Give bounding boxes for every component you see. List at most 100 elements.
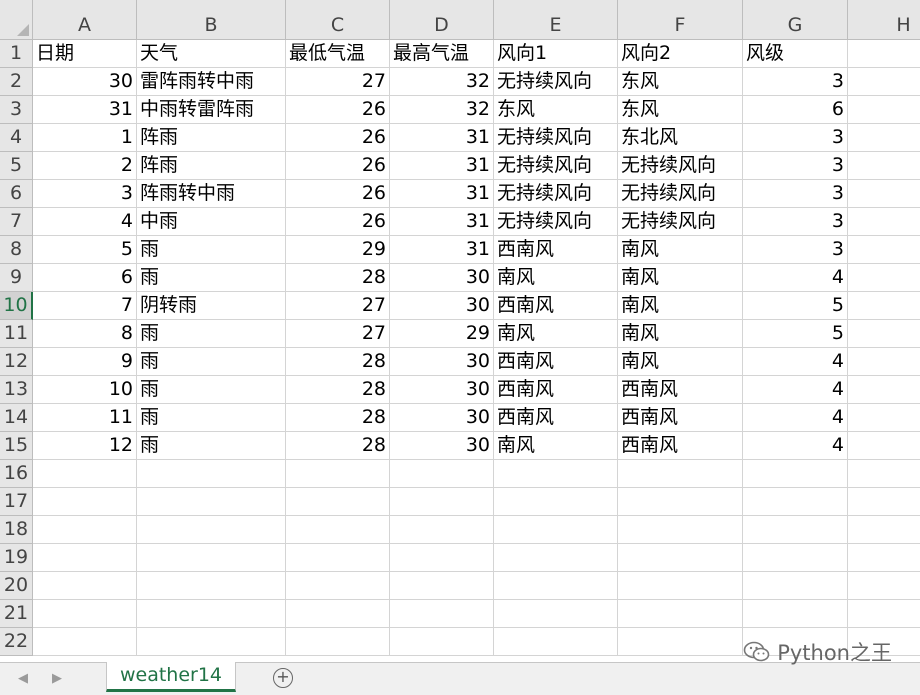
cell-g14[interactable]: 4 [743,404,848,432]
row-header-17[interactable]: 17 [0,488,33,516]
cell-f4[interactable]: 东北风 [618,124,743,152]
cell-e16[interactable] [494,460,618,488]
cell-c19[interactable] [286,544,390,572]
cell-g18[interactable] [743,516,848,544]
cell-d16[interactable] [390,460,494,488]
cell-h11[interactable] [848,320,920,348]
row-header-13[interactable]: 13 [0,376,33,404]
cell-b18[interactable] [137,516,286,544]
cell-e9[interactable]: 南风 [494,264,618,292]
cell-d13[interactable]: 30 [390,376,494,404]
cell-f17[interactable] [618,488,743,516]
cell-e8[interactable]: 西南风 [494,236,618,264]
cell-a20[interactable] [33,572,137,600]
cell-g17[interactable] [743,488,848,516]
cell-d8[interactable]: 31 [390,236,494,264]
cell-d12[interactable]: 30 [390,348,494,376]
column-header-h[interactable]: H [848,0,920,40]
cell-a3[interactable]: 31 [33,96,137,124]
row-header-19[interactable]: 19 [0,544,33,572]
cell-c18[interactable] [286,516,390,544]
cell-d6[interactable]: 31 [390,180,494,208]
cell-a12[interactable]: 9 [33,348,137,376]
cell-b5[interactable]: 阵雨 [137,152,286,180]
cell-h6[interactable] [848,180,920,208]
cell-b6[interactable]: 阵雨转中雨 [137,180,286,208]
cell-e20[interactable] [494,572,618,600]
cell-d21[interactable] [390,600,494,628]
cell-c12[interactable]: 28 [286,348,390,376]
cell-e10[interactable]: 西南风 [494,292,618,320]
cell-f19[interactable] [618,544,743,572]
cell-d17[interactable] [390,488,494,516]
cell-e2[interactable]: 无持续风向 [494,68,618,96]
cell-c3[interactable]: 26 [286,96,390,124]
cell-d15[interactable]: 30 [390,432,494,460]
cell-f22[interactable] [618,628,743,656]
cell-b15[interactable]: 雨 [137,432,286,460]
cell-g12[interactable]: 4 [743,348,848,376]
cell-c1[interactable]: 最低气温 [286,40,390,68]
cell-f8[interactable]: 南风 [618,236,743,264]
cell-a1[interactable]: 日期 [33,40,137,68]
cell-b4[interactable]: 阵雨 [137,124,286,152]
cell-c8[interactable]: 29 [286,236,390,264]
cell-d14[interactable]: 30 [390,404,494,432]
cell-d5[interactable]: 31 [390,152,494,180]
column-header-b[interactable]: B [137,0,286,40]
cell-g3[interactable]: 6 [743,96,848,124]
cell-h2[interactable] [848,68,920,96]
row-header-22[interactable]: 22 [0,628,33,656]
cell-d19[interactable] [390,544,494,572]
cell-h4[interactable] [848,124,920,152]
column-header-c[interactable]: C [286,0,390,40]
cell-g15[interactable]: 4 [743,432,848,460]
cell-f15[interactable]: 西南风 [618,432,743,460]
cell-f21[interactable] [618,600,743,628]
cell-a7[interactable]: 4 [33,208,137,236]
cell-f3[interactable]: 东风 [618,96,743,124]
cell-e22[interactable] [494,628,618,656]
cell-d3[interactable]: 32 [390,96,494,124]
cell-e21[interactable] [494,600,618,628]
cell-b1[interactable]: 天气 [137,40,286,68]
cell-f13[interactable]: 西南风 [618,376,743,404]
cell-f10[interactable]: 南风 [618,292,743,320]
cell-c9[interactable]: 28 [286,264,390,292]
cell-a4[interactable]: 1 [33,124,137,152]
cell-b8[interactable]: 雨 [137,236,286,264]
cell-b10[interactable]: 阴转雨 [137,292,286,320]
cell-f12[interactable]: 南风 [618,348,743,376]
sheet-tab-weather14[interactable]: weather14 [106,662,236,692]
cell-e1[interactable]: 风向1 [494,40,618,68]
cell-g21[interactable] [743,600,848,628]
cell-a13[interactable]: 10 [33,376,137,404]
row-header-16[interactable]: 16 [0,460,33,488]
cell-h3[interactable] [848,96,920,124]
cell-g1[interactable]: 风级 [743,40,848,68]
cell-b16[interactable] [137,460,286,488]
row-header-21[interactable]: 21 [0,600,33,628]
cell-h13[interactable] [848,376,920,404]
cell-d11[interactable]: 29 [390,320,494,348]
cell-f11[interactable]: 南风 [618,320,743,348]
column-header-g[interactable]: G [743,0,848,40]
cell-g4[interactable]: 3 [743,124,848,152]
cell-f20[interactable] [618,572,743,600]
spreadsheet-grid[interactable]: A B C D E F G H 1 日期 天气 最低气温 最高气温 风向1 风向2 风级 2 30 雷阵雨转中雨 27… [0,0,920,662]
cell-h15[interactable] [848,432,920,460]
cell-e18[interactable] [494,516,618,544]
cell-d18[interactable] [390,516,494,544]
cell-f14[interactable]: 西南风 [618,404,743,432]
cell-b19[interactable] [137,544,286,572]
cell-e4[interactable]: 无持续风向 [494,124,618,152]
cell-c21[interactable] [286,600,390,628]
column-header-f[interactable]: F [618,0,743,40]
cell-d9[interactable]: 30 [390,264,494,292]
cell-c6[interactable]: 26 [286,180,390,208]
cell-e3[interactable]: 东风 [494,96,618,124]
cell-h10[interactable] [848,292,920,320]
cell-c15[interactable]: 28 [286,432,390,460]
cell-b3[interactable]: 中雨转雷阵雨 [137,96,286,124]
cell-b17[interactable] [137,488,286,516]
